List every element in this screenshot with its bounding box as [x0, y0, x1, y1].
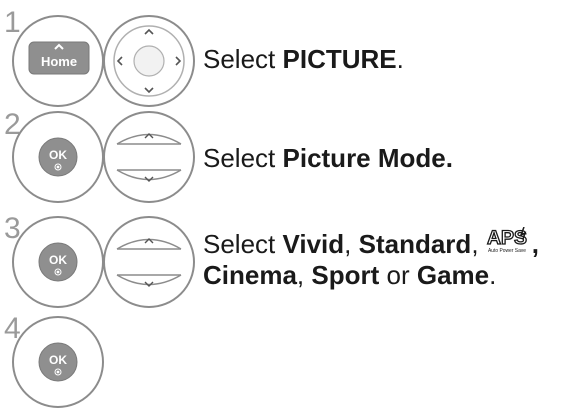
nav-pad-icon[interactable]: [100, 12, 200, 110]
ok-button-label: OK: [49, 148, 67, 162]
aps-logo-icon: APS Auto Power Save: [486, 227, 527, 254]
step-1-text: Select PICTURE.: [203, 44, 404, 74]
picture-menu-label: PICTURE: [282, 44, 397, 74]
mode-standard: Standard: [358, 229, 472, 259]
step-3-line-2: Cinema, Sport or Game.: [203, 260, 497, 290]
step-3-line-1: Select Vivid, Standard, APS Auto Power S…: [203, 227, 539, 259]
up-down-icon[interactable]: [103, 111, 195, 203]
ok-icon[interactable]: OK: [12, 216, 104, 308]
ok-icon[interactable]: OK: [12, 316, 104, 408]
mode-vivid: Vivid: [282, 229, 345, 259]
step-4: 4 OK: [0, 310, 582, 410]
step-2: 2 OK Select Picture Mode.: [0, 110, 582, 210]
svg-text:Auto Power Save: Auto Power Save: [488, 248, 526, 254]
ok-button-label: OK: [49, 253, 67, 267]
svg-text:APS: APS: [487, 228, 527, 249]
mode-game: Game: [416, 260, 490, 290]
home-button-label: Home: [41, 54, 77, 69]
mode-cinema: Cinema: [203, 260, 297, 290]
ok-button-label: OK: [49, 353, 67, 367]
picture-mode-label: Picture Mode.: [282, 143, 453, 173]
step-3: 3 OK Select Vivid, Standard, APS Auto Po…: [0, 214, 582, 314]
up-down-icon[interactable]: [103, 216, 195, 308]
step-1: 1 Home Select PICTURE.: [0, 0, 582, 107]
mode-sport: Sport: [311, 260, 380, 290]
ok-icon[interactable]: OK: [12, 111, 104, 203]
step-2-text: Select Picture Mode.: [203, 143, 453, 173]
step-3-text: Select Vivid, Standard, APS Auto Power S…: [203, 227, 539, 291]
